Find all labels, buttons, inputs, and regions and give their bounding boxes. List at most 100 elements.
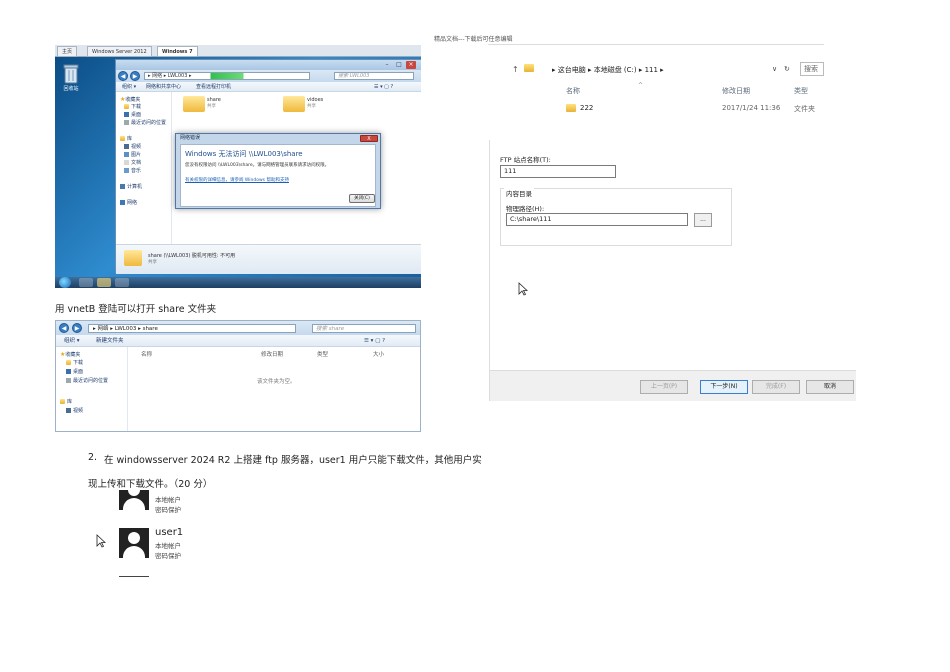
physical-path-input[interactable]: C:\share\111 [506,213,688,226]
back-arrow-icon[interactable]: ◀ [59,323,69,333]
search-input[interactable]: 搜索 [800,62,824,76]
question-number: 2. [88,452,98,463]
browser-tab-server2012[interactable]: Windows Server 2012 [87,46,152,57]
user-tile-avatar-user1[interactable] [119,528,149,560]
folder-sub-vidoes: 共享 [307,104,316,109]
folder-icon [66,360,71,365]
document-icon [124,160,129,165]
up-arrow-icon[interactable]: ↑ [512,65,519,74]
folder-icon [524,64,534,72]
library-icon [120,136,125,141]
address-input[interactable]: ▸ 网络 ▸ LWL003 ▸ share [88,324,296,333]
sidebar-item-videos[interactable]: 视频 [66,408,83,415]
ie-icon[interactable] [79,278,93,287]
music-icon [124,168,129,173]
printers-button[interactable]: 查看远程打印机 [196,82,231,92]
sidebar-item-desktop[interactable]: 桌面 [124,112,141,119]
status-name: share (\\LWL003) 脱机可用性: 不可用 [148,253,236,259]
view-options-icon[interactable]: ☰ ▾ ▢ ? [364,335,385,347]
sidebar-item-downloads[interactable]: 下载 [124,104,141,111]
folder-icon [124,250,142,266]
sidebar-item-videos[interactable]: 视频 [124,144,141,151]
forward-arrow-icon[interactable]: ▶ [130,71,140,81]
content-pane: 名称 修改日期 类型 大小 该文件夹为空。 [129,347,420,431]
folder-icon[interactable] [283,96,305,112]
physical-path-label: 物理路径(H): [506,205,545,213]
sidebar-item-recent[interactable]: 最近访问的位置 [124,120,166,127]
dialog-help-link[interactable]: 有关权限的详细信息，请参阅 Windows 帮助和支持 [185,177,289,183]
file-row-date: 2017/1/24 11:36 [722,104,781,112]
column-header-size[interactable]: 大小 [373,350,384,358]
taskbar [55,277,421,288]
caption-vnetb: 用 vnetB 登陆可以打开 share 文件夹 [55,304,217,315]
forward-arrow-icon[interactable]: ▶ [72,323,82,333]
sidebar-item-libraries[interactable]: 库 [60,399,72,406]
sort-up-icon: ^ [638,82,644,89]
user-tile-avatar-1[interactable] [119,490,151,511]
sidebar-item-favorites[interactable]: ★收藏夹 [120,96,140,103]
window-title-bar[interactable]: – □ × [116,60,421,70]
network-center-button[interactable]: 网络和共享中心 [146,82,181,92]
network-error-dialog: 网络错误 X Windows 无法访问 \\LWL003\share 您没有权限… [175,133,381,209]
new-folder-button[interactable]: 新建文件夹 [96,335,124,347]
file-row-name[interactable]: 222 [580,104,593,112]
win7-screenshot-share-folder: ◀ ▶ ▸ 网络 ▸ LWL003 ▸ share 搜索 share 组织 ▾ … [55,320,421,432]
dialog-close-button[interactable]: X [360,135,378,142]
refresh-icon[interactable]: ↻ [784,65,790,73]
finish-button[interactable]: 完成(F) [752,380,800,394]
folder-icon[interactable] [183,96,205,112]
explorer-toolbar: 组织 ▾ 网络和共享中心 查看远程打印机 ☰ ▾ ▢ ? [116,82,421,92]
column-header-date[interactable]: 修改日期 [722,86,750,96]
sidebar-item-documents[interactable]: 文档 [124,160,141,167]
back-arrow-icon[interactable]: ◀ [118,71,128,81]
media-player-icon[interactable] [115,278,129,287]
column-header-type[interactable]: 类型 [794,86,808,96]
browser-tab-home[interactable]: 主页 [57,46,78,57]
sidebar-item-recent[interactable]: 最近访问的位置 [66,378,108,385]
sidebar-item-computer[interactable]: 计算机 [120,184,142,191]
breadcrumb-path[interactable]: ▸ 这台电脑 ▸ 本地磁盘 (C:) ▸ 111 ▸ [552,65,664,75]
organize-button[interactable]: 组织 ▾ [64,335,80,347]
header-note: 精品文档---下载后可任意编辑 [434,36,513,43]
ftp-site-wizard-screenshot: FTP 站点名称(T): 111 内容目录 物理路径(H): C:\share\… [489,140,856,401]
organize-button[interactable]: 组织 ▾ [122,82,136,92]
user-avatar-icon [119,490,149,511]
column-header-name[interactable]: 名称 [141,350,152,358]
next-button[interactable]: 下一步(N) [700,380,748,394]
desktop-icon [124,112,129,117]
nav-pane: ★收藏夹 下载 桌面 最近访问的位置 库 视频 图片 文档 音乐 计算机 网络 [116,92,172,244]
browse-button[interactable]: ... [694,213,712,227]
chevron-down-icon[interactable]: ∨ [772,65,777,73]
divider-line [119,576,149,577]
column-header-type[interactable]: 类型 [317,350,328,358]
cancel-button[interactable]: 取消 [806,380,854,394]
previous-button[interactable]: 上一页(P) [640,380,688,394]
sidebar-item-favorites[interactable]: ★收藏夹 [60,351,80,358]
file-row-type: 文件夹 [794,105,815,113]
address-input[interactable]: ▸ 网络 ▸ LWL003 ▸ [144,72,310,80]
server-explorer-screenshot: ↑ ▸ 这台电脑 ▸ 本地磁盘 (C:) ▸ 111 ▸ ∨ ↻ 搜索 ^ 名称… [488,44,824,122]
browser-tab-windows7[interactable]: Windows 7 [157,46,198,57]
explorer-taskbar-icon[interactable] [97,278,111,287]
sidebar-item-music[interactable]: 音乐 [124,168,141,175]
dialog-close-action-button[interactable]: 关闭(C) [349,194,375,203]
sidebar-item-downloads[interactable]: 下载 [66,360,83,367]
sidebar-item-libraries[interactable]: 库 [120,136,132,143]
recycle-bin-icon[interactable] [61,63,81,85]
start-orb-icon[interactable] [59,277,71,288]
search-input[interactable]: 搜索 share [312,324,416,333]
search-input[interactable]: 搜索 LWL003 [334,72,414,80]
nav-pane: ★收藏夹 下载 桌面 最近访问的位置 库 视频 [56,347,128,431]
column-header-date[interactable]: 修改日期 [261,350,283,358]
minimize-icon[interactable]: – [382,61,392,69]
sidebar-item-network[interactable]: 网络 [120,200,137,207]
sidebar-item-desktop[interactable]: 桌面 [66,369,83,376]
column-header-name[interactable]: 名称 [566,86,580,96]
close-icon[interactable]: × [406,61,416,69]
wizard-footer: 上一页(P) 下一步(N) 完成(F) 取消 [490,370,856,401]
sidebar-item-pictures[interactable]: 图片 [124,152,141,159]
dialog-heading: Windows 无法访问 \\LWL003\share [185,150,303,158]
site-name-input[interactable]: 111 [500,165,616,178]
maximize-icon[interactable]: □ [394,61,404,69]
view-options-icon[interactable]: ☰ ▾ ▢ ? [374,82,393,92]
